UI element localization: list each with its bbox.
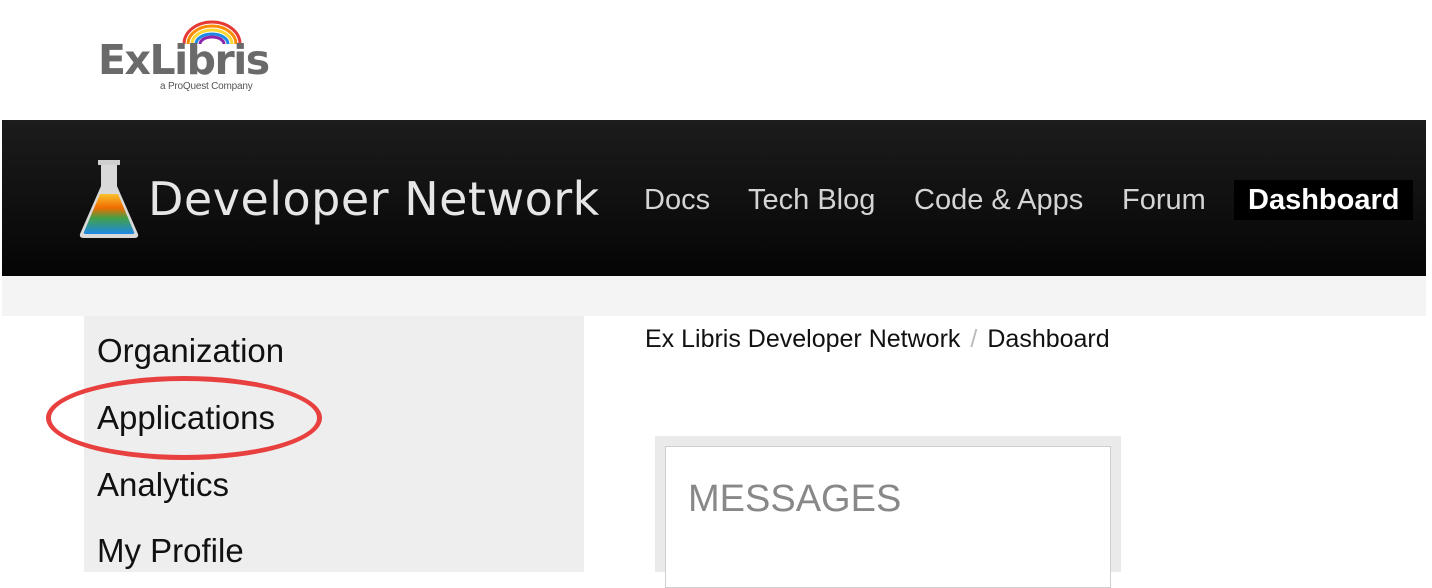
logo-wordmark: ExLibris (98, 36, 270, 84)
breadcrumb-separator: / (970, 325, 978, 353)
breadcrumb-current: Dashboard (987, 325, 1110, 353)
nav-tech-blog[interactable]: Tech Blog (748, 180, 875, 220)
logo-tagline: a ProQuest Company (160, 81, 253, 92)
sidebar-item-organization[interactable]: Organization (97, 331, 284, 371)
subheader-strip (2, 276, 1426, 316)
sidebar-item-applications[interactable]: Applications (97, 398, 275, 438)
messages-card: MESSAGES (665, 446, 1111, 588)
nav-dashboard[interactable]: Dashboard (1234, 180, 1414, 220)
nav-code-apps[interactable]: Code & Apps (914, 180, 1083, 220)
sidebar: Organization Applications Analytics My P… (84, 316, 584, 572)
sidebar-item-my-profile[interactable]: My Profile (97, 531, 244, 571)
nav-forum[interactable]: Forum (1122, 180, 1206, 220)
exlibris-logo[interactable]: ExLibris a ProQuest Company (98, 20, 278, 92)
breadcrumb-root-link[interactable]: Ex Libris Developer Network (645, 325, 960, 353)
breadcrumb: Ex Libris Developer Network / Dashboard (645, 322, 1110, 356)
messages-panel: MESSAGES (655, 436, 1121, 588)
brand-title: Developer Network (148, 172, 600, 226)
nav-docs[interactable]: Docs (644, 180, 710, 220)
sidebar-item-analytics[interactable]: Analytics (97, 465, 229, 505)
flask-icon (79, 160, 139, 238)
header-bar: Developer Network Docs Tech Blog Code & … (2, 120, 1426, 276)
messages-title: MESSAGES (688, 478, 902, 520)
